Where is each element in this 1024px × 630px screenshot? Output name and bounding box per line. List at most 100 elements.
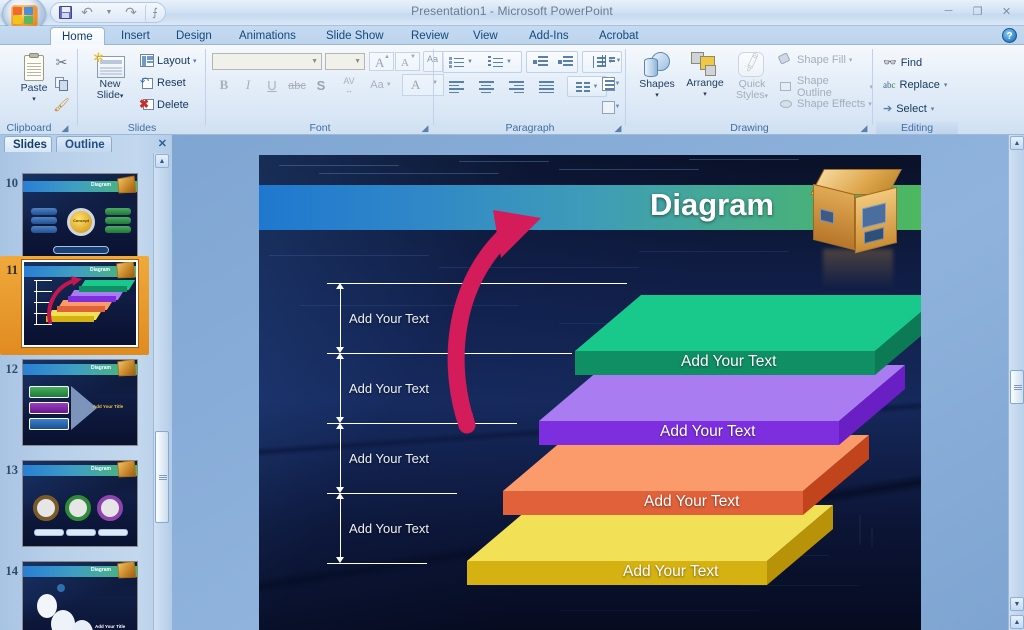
find-button[interactable]: 👓 Find [883,56,922,70]
quick-styles-button[interactable]: 🖍 Quick Styles▾ [730,51,774,102]
restore-button[interactable]: ❐ [964,2,991,20]
list-item[interactable]: 11 Diagram [0,259,139,348]
reset-label: Reset [157,76,186,89]
slide-thumbnail[interactable]: Diagram Add Your Title [22,561,138,630]
group-editing: 👓 Find abc Replace ▾ ➔ Select ▾ Editing [873,45,963,135]
font-name-combo[interactable]: ▼ [212,53,322,70]
delete-slide-button[interactable]: ✖ Delete [139,98,189,111]
help-icon[interactable]: ? [1002,28,1017,43]
slide-thumbnail-selected[interactable]: Diagram [21,259,139,348]
select-label: Select [896,102,927,115]
copy-button[interactable] [53,75,70,92]
new-slide-button[interactable]: ✲ New Slide▾ [86,51,134,102]
group-font: ▼ ▼ A ▲ A ▼ Aa B I U abc S AV [206,45,444,135]
arrange-label: Arrange [686,77,724,89]
tab-acrobat[interactable]: Acrobat [588,27,650,45]
shapes-label: Shapes [639,78,675,90]
convert-to-smartart-button[interactable]: ▼ [598,96,624,118]
close-button[interactable]: ✕ [993,2,1020,20]
numbering-button[interactable]: ▼ [483,54,517,70]
align-center-button[interactable] [472,77,500,97]
copy-icon [54,76,69,91]
step-label: Add Your Text [681,353,777,370]
thumb-title: Diagram [90,567,111,573]
slide-thumbnail[interactable]: Diagram Add Your Title [22,359,138,446]
tab-design[interactable]: Design [165,27,223,45]
list-item[interactable]: 10 Diagram Concept [0,173,138,260]
text-shadow-button[interactable]: S [311,75,331,95]
scroll-down-button[interactable]: ▼ [1010,597,1024,611]
slides-panel: Slides Outline ✕ 10 Diagram Concept 11 D… [0,135,172,630]
tab-home[interactable]: Home [50,27,105,46]
decrease-indent-button[interactable] [529,54,551,70]
increase-indent-button[interactable] [554,54,576,70]
list-item[interactable]: 12 Diagram Add Your Title [0,359,138,446]
drawing-dialog-launcher-icon[interactable]: ◢ [859,123,869,133]
tab-view[interactable]: View [462,27,509,45]
window-title: Presentation1 - Microsoft PowerPoint [411,4,613,18]
tab-outline[interactable]: Outline [56,136,112,152]
tab-slides[interactable]: Slides [4,136,52,152]
select-button[interactable]: ➔ Select ▾ [883,102,934,116]
align-left-button[interactable] [442,77,470,97]
format-painter-button[interactable]: 🖌 [53,96,70,113]
slide-number: 11 [6,263,18,277]
group-label-clipboard: Clipboard [6,122,52,134]
strikethrough-button[interactable]: abc [285,76,309,96]
list-item[interactable]: 13 Diagram [0,460,138,547]
justify-button[interactable] [532,77,560,97]
paintbrush-icon: 🖌 [53,96,70,112]
tab-add-ins[interactable]: Add-Ins [518,27,580,45]
replace-button[interactable]: abc Replace ▾ [883,79,947,91]
scrollbar-thumb[interactable] [155,431,169,523]
minimize-button[interactable]: ─ [935,2,962,20]
underline-button[interactable]: U [261,75,283,95]
scroll-up-button[interactable]: ▲ [1010,136,1024,150]
slide-thumbnail[interactable]: Diagram [22,460,138,547]
main-vertical-scrollbar[interactable]: ▲ ▼ ▲ [1008,135,1024,630]
paragraph-dialog-launcher-icon[interactable]: ◢ [613,123,623,133]
shapes-button[interactable]: Shapes ▾ [634,51,680,101]
align-right-button[interactable] [502,77,530,97]
arrange-button[interactable]: Arrange ▾ [681,52,729,100]
close-panel-button[interactable]: ✕ [158,137,167,150]
scrollbar-thumb[interactable] [1010,370,1024,404]
layout-button[interactable]: Layout ▾ [140,54,197,67]
slide-thumbnail[interactable]: Diagram Concept [22,173,138,260]
shrink-font-label: A [401,57,409,69]
tab-animations[interactable]: Animations [228,27,307,45]
cut-button[interactable]: ✂ [53,54,70,71]
step-label: Add Your Text [644,493,740,510]
ribbon: Paste ▾ ✂ 🖌 Clipboard ◢ ✲ New Slide▾ Lay… [0,45,1024,135]
change-case-button[interactable]: Aa ▼ [366,75,396,95]
thumbnail-scrollbar[interactable]: ▲ [153,153,169,630]
slide-number: 13 [5,463,19,477]
character-spacing-button[interactable]: AV ↔ [333,74,365,96]
font-size-combo[interactable]: ▼ [325,53,365,70]
align-text-button[interactable]: ▼ [598,73,624,95]
previous-slide-button[interactable]: ▲ [1010,615,1024,629]
align-left-icon [448,81,464,94]
clipboard-dialog-launcher-icon[interactable]: ◢ [60,123,70,133]
tab-insert[interactable]: Insert [110,27,161,45]
shape-outline-button[interactable]: Shape Outline ▾ [779,75,873,99]
bold-button[interactable]: B [213,75,235,95]
title-bar: ↶ ▼ ↷ ⨍ Presentation1 - Microsoft PowerP… [0,0,1024,32]
bullets-button[interactable]: ▼ [445,54,477,70]
paste-button[interactable]: Paste ▾ [12,53,56,105]
list-item[interactable]: 14 Diagram Add Your Title [0,561,138,630]
reset-button[interactable]: ↶ Reset [140,76,186,89]
tab-slide-show[interactable]: Slide Show [315,27,395,45]
shape-fill-button[interactable]: Shape Fill ▾ [777,52,852,67]
scroll-up-button[interactable]: ▲ [155,154,169,168]
tab-review[interactable]: Review [400,27,460,45]
shrink-font-button[interactable]: A ▼ [395,52,420,71]
font-dialog-launcher-icon[interactable]: ◢ [420,123,430,133]
delete-icon: ✖ [139,98,154,111]
italic-button[interactable]: I [237,75,259,95]
change-case-label: Aa [370,79,384,91]
grow-font-button[interactable]: A ▲ [369,52,394,71]
text-direction-button[interactable]: ▼ [598,50,624,72]
shape-effects-button[interactable]: Shape Effects ▾ [779,97,872,111]
slide-canvas[interactable]: Diagram Add Your Text Add Your Text Add … [259,155,921,630]
